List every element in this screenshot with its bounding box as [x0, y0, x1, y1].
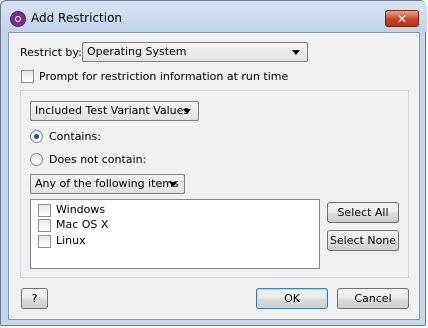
- chevron-down-icon: [183, 109, 191, 114]
- does-not-contain-radio[interactable]: [30, 153, 43, 166]
- restrict-by-value: Operating System: [87, 45, 187, 58]
- ok-button[interactable]: OK: [256, 288, 328, 309]
- contains-radio[interactable]: [30, 130, 43, 143]
- select-all-button[interactable]: Select All: [327, 202, 399, 223]
- match-select-value: Any of the following items: [35, 177, 179, 190]
- close-button[interactable]: ✕: [385, 10, 419, 27]
- list-item[interactable]: Mac OS X: [56, 218, 108, 231]
- contains-radio-label[interactable]: Contains:: [49, 130, 101, 143]
- cancel-button[interactable]: Cancel: [337, 288, 409, 309]
- item-checkbox-linux[interactable]: [38, 235, 51, 248]
- chevron-down-icon: [169, 182, 177, 187]
- add-restriction-dialog: Add Restriction ✕ Restrict by: Operating…: [0, 0, 427, 326]
- dialog-title: Add Restriction: [31, 11, 123, 25]
- does-not-contain-radio-label[interactable]: Does not contain:: [49, 153, 146, 166]
- help-button[interactable]: ?: [21, 288, 48, 309]
- prompt-checkbox[interactable]: [21, 70, 34, 83]
- select-none-button[interactable]: Select None: [327, 230, 399, 251]
- app-icon: [10, 11, 26, 27]
- item-checkbox-mac[interactable]: [38, 219, 51, 232]
- variant-select-value: Included Test Variant Values: [35, 104, 190, 117]
- list-item[interactable]: Windows: [56, 203, 105, 216]
- dialog-body: Restrict by: Operating System Prompt for…: [8, 32, 420, 320]
- title-bar[interactable]: Add Restriction ✕: [1, 1, 427, 32]
- restrict-by-label: Restrict by:: [20, 46, 82, 59]
- restrict-by-select[interactable]: Operating System: [82, 42, 308, 62]
- list-item[interactable]: Linux: [56, 234, 86, 247]
- item-checkbox-windows[interactable]: [38, 204, 51, 217]
- variant-select[interactable]: Included Test Variant Values: [30, 101, 199, 121]
- match-select[interactable]: Any of the following items: [30, 174, 185, 194]
- prompt-checkbox-label[interactable]: Prompt for restriction information at ru…: [39, 70, 288, 83]
- items-listbox[interactable]: Windows Mac OS X Linux: [30, 199, 320, 269]
- chevron-down-icon: [292, 50, 300, 55]
